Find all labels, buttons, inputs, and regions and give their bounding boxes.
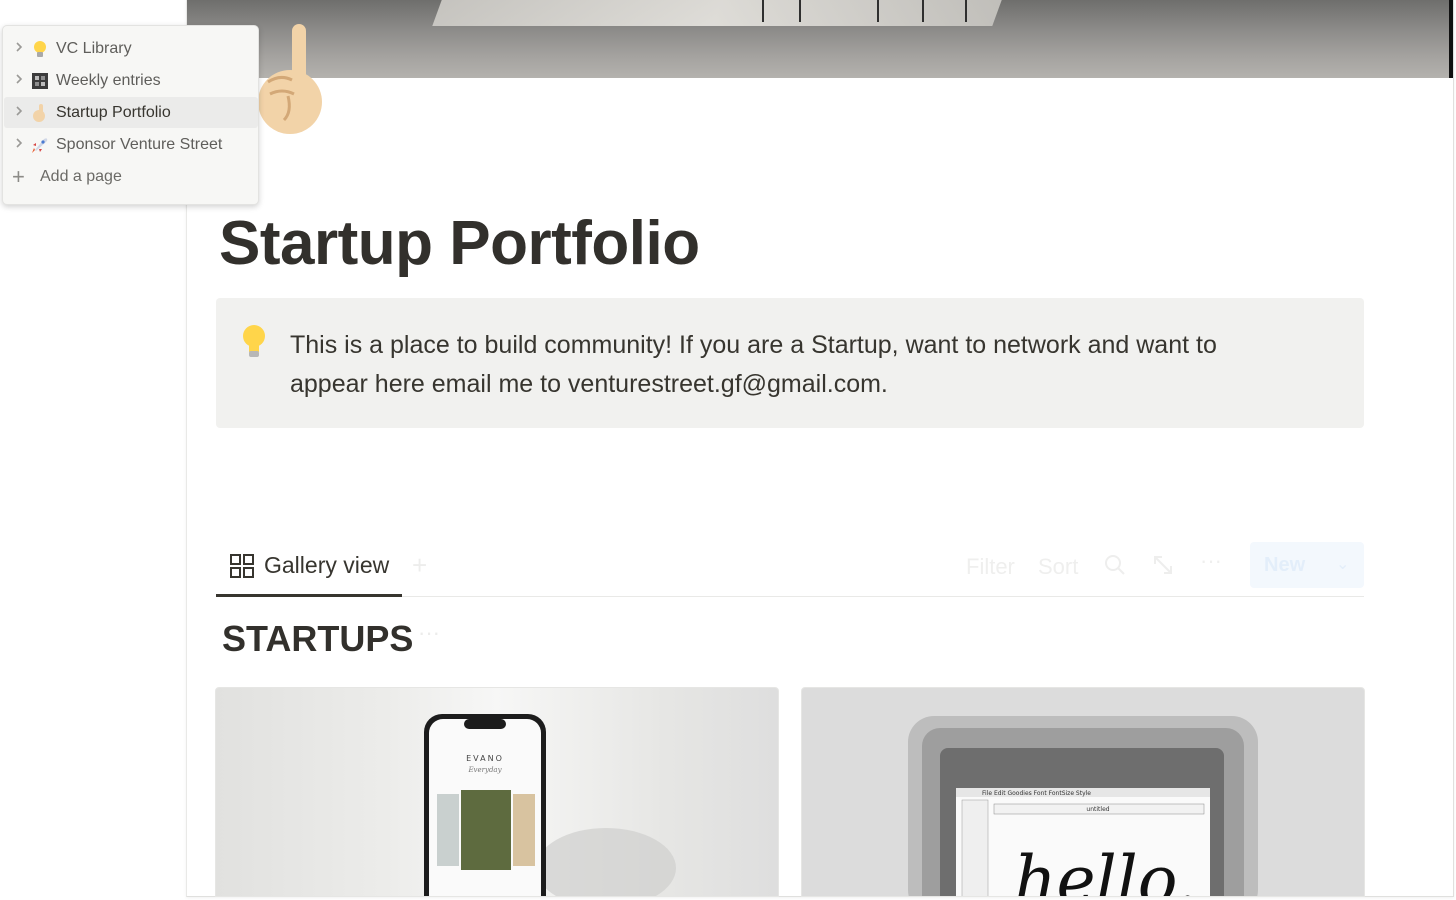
gallery-grid-icon	[230, 554, 254, 578]
sidebar-item-label: Sponsor Venture Street	[56, 136, 223, 153]
new-button-label: New	[1264, 554, 1306, 576]
cover-wing-shape	[432, 0, 1002, 26]
sidebar-item-label: VC Library	[56, 40, 132, 57]
computer-hello-text: hello.	[1014, 842, 1197, 897]
new-button[interactable]: New ⌄	[1250, 542, 1364, 588]
chevron-right-icon[interactable]	[13, 136, 25, 150]
filter-button[interactable]: Filter	[966, 554, 1015, 580]
page-cover-image[interactable]	[187, 0, 1453, 78]
callout-text[interactable]: This is a place to build community! If y…	[290, 326, 1300, 404]
expand-icon[interactable]	[1152, 554, 1174, 576]
add-page-label: Add a page	[40, 168, 122, 185]
sidebar-popup: VC Library Weekly entries Startup Portfo…	[2, 25, 259, 205]
callout-block[interactable]: This is a place to build community! If y…	[216, 298, 1364, 428]
more-options-icon[interactable]: ···	[1200, 548, 1222, 574]
database-views-bar: Gallery view + Filter Sort ··· New ⌄	[216, 540, 1364, 597]
sidebar-item-label: Startup Portfolio	[56, 104, 171, 121]
computer-window-title: untitled	[1086, 806, 1109, 813]
database-more-icon[interactable]: ···	[418, 620, 440, 646]
plus-icon: +	[12, 164, 25, 189]
card-cover-phone-image: EVANO Everyday	[424, 714, 676, 896]
rocket-icon	[32, 138, 48, 153]
pointing-up-icon	[33, 104, 45, 122]
pointing-up-icon[interactable]	[256, 24, 326, 136]
search-icon[interactable]	[1104, 554, 1126, 576]
phone-brand-text: EVANO	[466, 754, 504, 763]
chevron-right-icon[interactable]	[13, 40, 25, 54]
chevron-right-icon[interactable]	[13, 104, 25, 118]
page-title[interactable]: Startup Portfolio	[219, 208, 700, 279]
lightbulb-icon	[34, 41, 46, 57]
sidebar-item-sponsor-venture-street[interactable]: Sponsor Venture Street	[4, 129, 258, 160]
database-title[interactable]: STARTUPS	[222, 618, 413, 660]
chevron-down-icon[interactable]: ⌄	[1336, 554, 1349, 574]
sidebar-item-weekly-entries[interactable]: Weekly entries	[4, 65, 258, 96]
sidebar-add-page[interactable]: + Add a page	[4, 161, 258, 192]
tab-gallery-view[interactable]: Gallery view	[216, 540, 402, 597]
lightbulb-icon	[243, 325, 265, 357]
chevron-right-icon[interactable]	[13, 72, 25, 86]
sidebar-item-vc-library[interactable]: VC Library	[4, 33, 258, 64]
sort-button[interactable]: Sort	[1038, 554, 1078, 580]
add-view-icon[interactable]: +	[412, 550, 427, 581]
card-cover-computer-image: File Edit Goodies Font FontSize Style un…	[908, 716, 1258, 897]
computer-menu-text: File Edit Goodies Font FontSize Style	[982, 790, 1091, 797]
notebook-icon	[32, 73, 48, 89]
phone-tagline-text: Everyday	[467, 766, 502, 774]
gallery-card[interactable]: EVANO Everyday	[215, 687, 779, 897]
tab-gallery-view-label: Gallery view	[264, 552, 390, 578]
sidebar-item-label: Weekly entries	[56, 72, 161, 89]
gallery-card[interactable]: File Edit Goodies Font FontSize Style un…	[801, 687, 1365, 897]
sidebar-item-startup-portfolio[interactable]: Startup Portfolio	[4, 97, 258, 128]
